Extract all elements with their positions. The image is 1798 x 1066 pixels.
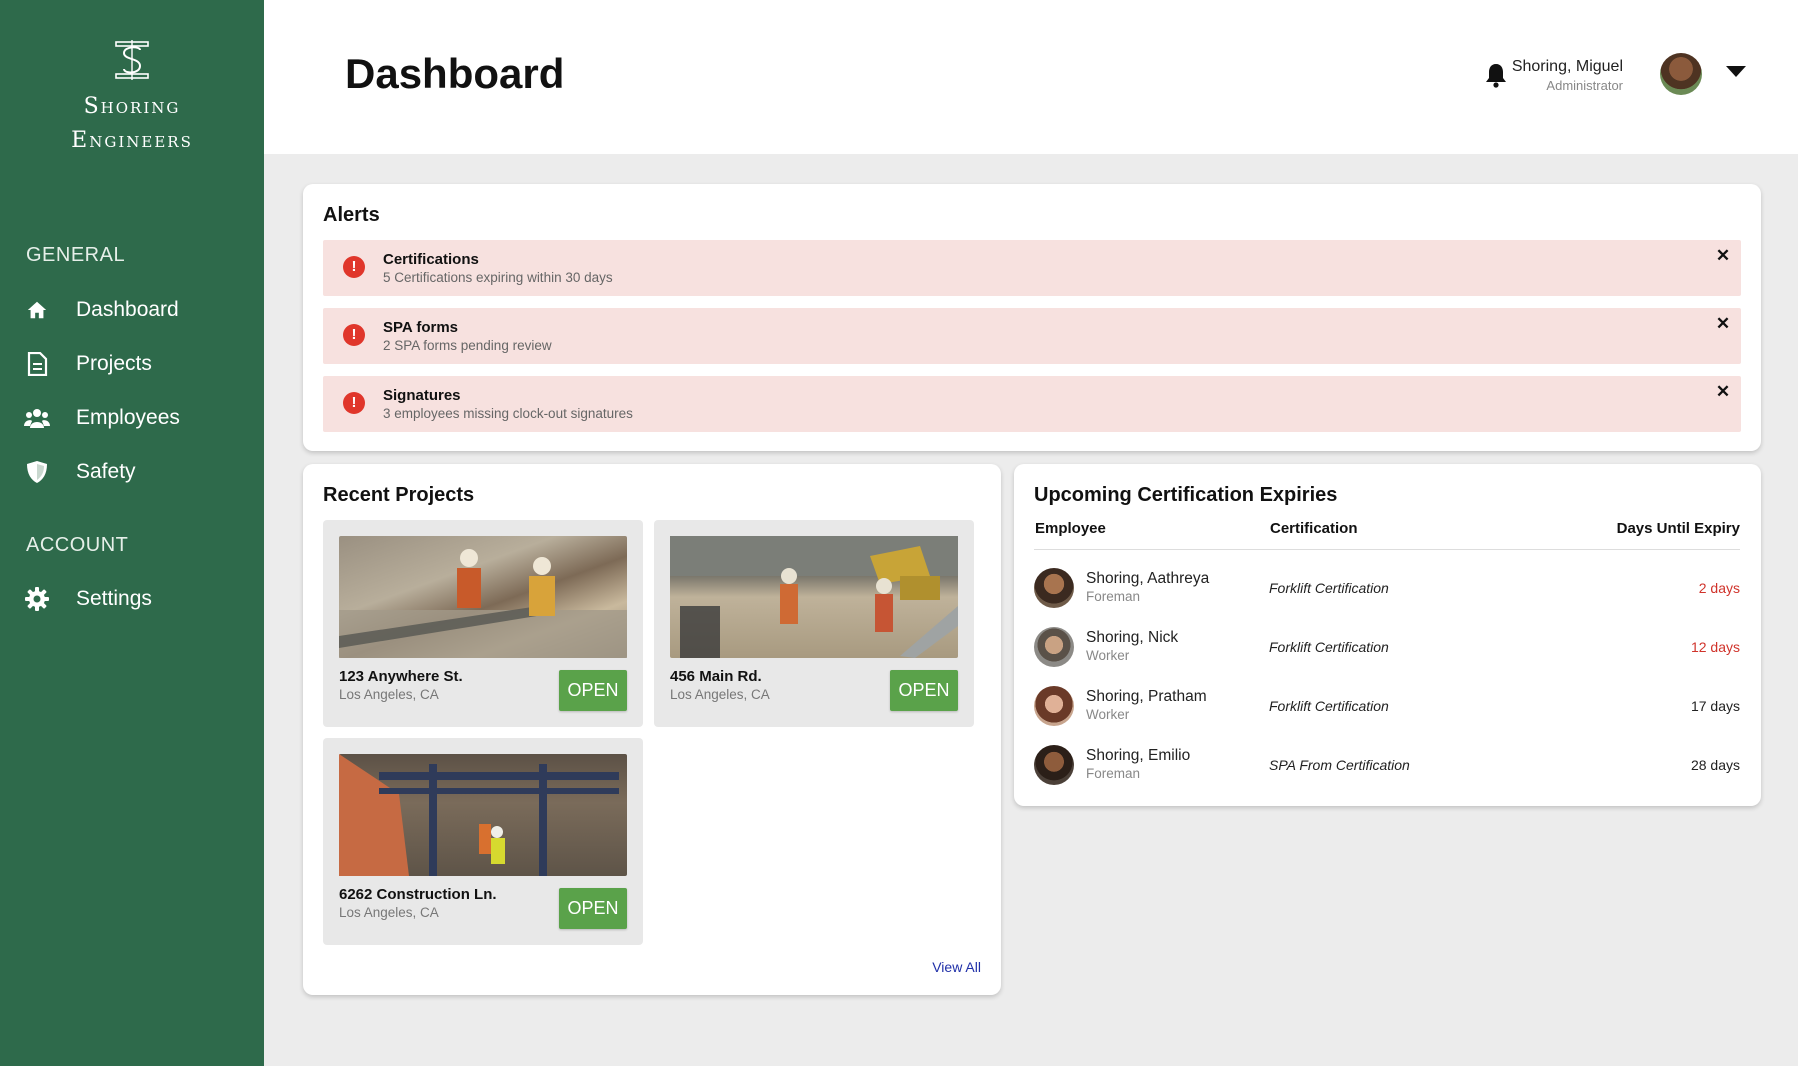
section-account-label: ACCOUNT — [26, 534, 129, 556]
project-location: Los Angeles, CA — [670, 687, 770, 702]
certification-name: Forklift Certification — [1269, 698, 1389, 714]
alert-icon: ! — [343, 324, 365, 346]
gear-icon — [24, 586, 50, 612]
alert-title: Certifications — [383, 251, 479, 268]
alert-icon: ! — [343, 256, 365, 278]
alert-item[interactable]: ! SPA forms 2 SPA forms pending review ✕ — [323, 308, 1741, 364]
table-row[interactable]: Shoring, Pratham Worker Forklift Certifi… — [1034, 678, 1740, 734]
chevron-down-icon[interactable] — [1726, 66, 1746, 77]
home-icon — [24, 297, 50, 323]
employee-role: Foreman — [1086, 766, 1141, 781]
sidebar-item-safety[interactable]: Safety — [0, 448, 264, 496]
alert-title: SPA forms — [383, 319, 459, 336]
avatar — [1034, 745, 1074, 785]
alert-description: 2 SPA forms pending review — [383, 338, 552, 353]
open-project-button[interactable]: OPEN — [890, 670, 958, 711]
days-until-expiry: 28 days — [1690, 757, 1740, 773]
logo-mark-icon — [115, 40, 149, 80]
column-header-certification[interactable]: Certification — [1270, 520, 1358, 537]
certification-name: Forklift Certification — [1269, 639, 1389, 655]
project-card[interactable]: 123 Anywhere St. Los Angeles, CA OPEN — [323, 520, 643, 727]
close-icon[interactable]: ✕ — [1713, 314, 1733, 334]
alert-description: 5 Certifications expiring within 30 days — [383, 270, 613, 285]
top-header: Dashboard Shoring, Miguel Administrator — [264, 0, 1798, 154]
brand-line-2: Engineers — [71, 128, 193, 153]
shield-icon — [24, 459, 50, 485]
certification-name: SPA From Certification — [1269, 757, 1410, 773]
sidebar-item-settings[interactable]: Settings — [0, 575, 264, 623]
bell-icon[interactable] — [1484, 62, 1508, 88]
table-row[interactable]: Shoring, Emilio Foreman SPA From Certifi… — [1034, 737, 1740, 793]
project-card[interactable]: 6262 Construction Ln. Los Angeles, CA OP… — [323, 738, 643, 945]
brand-line-1: Shoring — [83, 94, 181, 119]
close-icon[interactable]: ✕ — [1713, 382, 1733, 402]
certification-name: Forklift Certification — [1269, 580, 1389, 596]
avatar — [1034, 627, 1074, 667]
sidebar-item-label: Settings — [76, 587, 152, 610]
sidebar-item-dashboard[interactable]: Dashboard — [0, 286, 264, 334]
employee-name: Shoring, Nick — [1086, 629, 1179, 646]
close-icon[interactable]: ✕ — [1713, 246, 1733, 266]
recent-projects-title: Recent Projects — [323, 484, 475, 506]
table-row[interactable]: Shoring, Nick Worker Forklift Certificat… — [1034, 619, 1740, 675]
days-until-expiry: 2 days — [1698, 580, 1740, 596]
project-photo — [670, 536, 958, 658]
section-general-label: GENERAL — [26, 244, 126, 266]
days-until-expiry: 12 days — [1690, 639, 1740, 655]
alert-item[interactable]: ! Certifications 5 Certifications expiri… — [323, 240, 1741, 296]
users-icon — [24, 405, 50, 431]
alert-description: 3 employees missing clock-out signatures — [383, 406, 633, 421]
project-location: Los Angeles, CA — [339, 687, 439, 702]
sidebar-item-label: Projects — [76, 352, 152, 375]
sidebar-item-label: Employees — [76, 406, 180, 429]
user-name: Shoring, Miguel — [1511, 58, 1623, 75]
employee-name: Shoring, Aathreya — [1086, 570, 1210, 587]
sidebar-item-label: Safety — [76, 460, 136, 483]
certification-expiries-title: Upcoming Certification Expiries — [1034, 484, 1338, 506]
project-photo — [339, 754, 627, 876]
user-role: Administrator — [1546, 78, 1623, 93]
document-icon — [24, 351, 50, 377]
alert-icon: ! — [343, 392, 365, 414]
project-photo — [339, 536, 627, 658]
avatar[interactable] — [1660, 53, 1702, 95]
sidebar: Shoring Engineers GENERAL Dashboard Proj… — [0, 0, 264, 1066]
column-header-employee[interactable]: Employee — [1035, 520, 1106, 537]
table-header-divider — [1034, 549, 1740, 550]
project-name: 123 Anywhere St. — [339, 668, 463, 685]
project-location: Los Angeles, CA — [339, 905, 439, 920]
view-all-link[interactable]: View All — [932, 959, 981, 975]
brand-logo[interactable]: Shoring Engineers — [0, 36, 264, 158]
avatar — [1034, 568, 1074, 608]
employee-name: Shoring, Pratham — [1086, 688, 1207, 705]
recent-projects-card: Recent Projects 123 Anywhere St. Los Ang… — [303, 464, 1001, 995]
avatar — [1034, 686, 1074, 726]
alerts-card: Alerts ! Certifications 5 Certifications… — [303, 184, 1761, 451]
project-card[interactable]: 456 Main Rd. Los Angeles, CA OPEN — [654, 520, 974, 727]
column-header-days-until-expiry[interactable]: Days Until Expiry — [1617, 520, 1740, 537]
employee-role: Worker — [1086, 648, 1130, 663]
employee-role: Foreman — [1086, 589, 1141, 604]
project-name: 456 Main Rd. — [670, 668, 762, 685]
brand-name: Shoring Engineers — [0, 90, 264, 158]
sidebar-item-employees[interactable]: Employees — [0, 394, 264, 442]
alert-item[interactable]: ! Signatures 3 employees missing clock-o… — [323, 376, 1741, 432]
open-project-button[interactable]: OPEN — [559, 670, 627, 711]
employee-name: Shoring, Emilio — [1086, 747, 1191, 764]
page-title: Dashboard — [345, 50, 565, 97]
sidebar-item-label: Dashboard — [76, 298, 179, 321]
alert-title: Signatures — [383, 387, 461, 404]
table-row[interactable]: Shoring, Aathreya Foreman Forklift Certi… — [1034, 560, 1740, 616]
open-project-button[interactable]: OPEN — [559, 888, 627, 929]
alerts-title: Alerts — [323, 204, 380, 226]
days-until-expiry: 17 days — [1690, 698, 1740, 714]
sidebar-item-projects[interactable]: Projects — [0, 340, 264, 388]
employee-role: Worker — [1086, 707, 1130, 722]
project-name: 6262 Construction Ln. — [339, 886, 497, 903]
certification-expiries-card: Upcoming Certification Expiries Employee… — [1014, 464, 1761, 806]
